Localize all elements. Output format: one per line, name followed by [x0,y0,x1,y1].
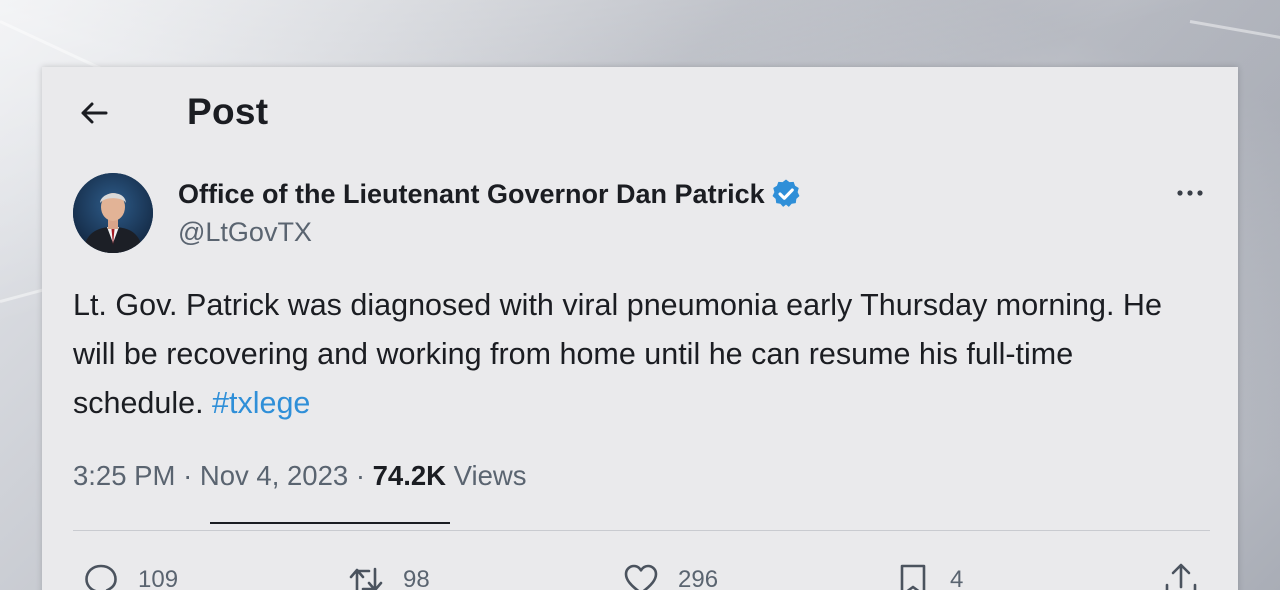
bookmark-button[interactable]: 4 [894,560,963,590]
more-options-icon[interactable] [1170,179,1210,207]
post-card: Post Office of the Lieutenant Governor D… [42,67,1238,590]
author-name-text: Office of the Lieutenant Governor Dan Pa… [178,179,765,209]
bookmark-icon [900,564,926,590]
like-count: 296 [678,566,719,590]
share-button[interactable] [1162,560,1200,590]
author-handle[interactable]: @LtGovTX [178,217,312,248]
repost-button[interactable]: 98 [347,560,430,590]
tweet-text: Lt. Gov. Patrick was diagnosed with vira… [73,281,1183,428]
share-icon [1165,563,1197,590]
author-display-name[interactable]: Office of the Lieutenant Governor Dan Pa… [178,177,803,211]
action-bar: 109 98 296 4 [42,560,1238,590]
post-header: Post [42,67,1238,157]
tweet-time[interactable]: 3:25 PM [73,460,175,491]
reply-count: 109 [138,566,179,590]
tweet-metadata: 3:25 PM · Nov 4, 2023 · 74.2K Views [73,460,527,492]
meta-separator: · [355,460,365,491]
video-overlay-line [210,522,450,524]
tweet-date[interactable]: Nov 4, 2023 [200,460,348,491]
hashtag-link[interactable]: #txlege [212,386,310,420]
reply-icon [85,564,117,590]
repost-count: 98 [403,566,430,590]
heart-icon [624,564,658,590]
reply-button[interactable]: 109 [82,560,178,590]
meta-separator: · [183,460,193,491]
repost-icon [349,567,383,590]
views-label: Views [453,460,527,491]
page-title: Post [187,91,269,132]
bookmark-count: 4 [950,566,964,590]
views-count: 74.2K [372,460,447,491]
back-arrow-icon[interactable] [76,95,112,131]
verified-badge-icon [769,177,803,211]
divider [73,530,1210,531]
like-button[interactable]: 296 [622,560,718,590]
avatar[interactable] [73,173,153,253]
